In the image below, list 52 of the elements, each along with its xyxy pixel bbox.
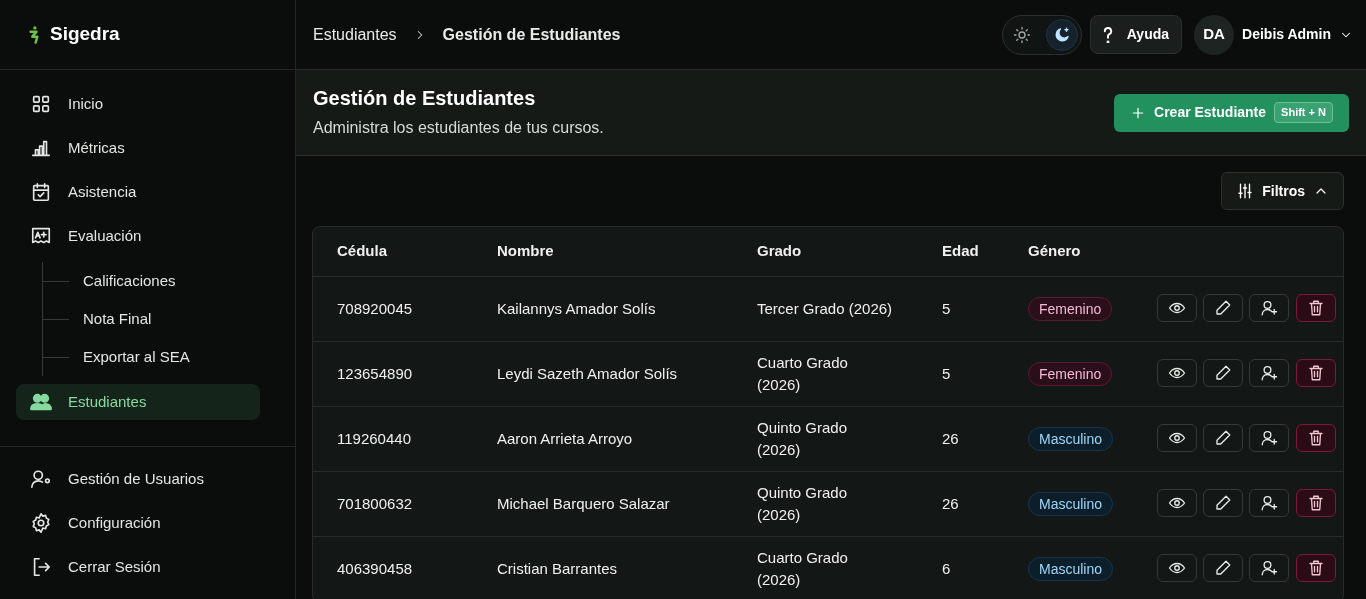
table-cell: 26 [918,471,1004,536]
table-cell: Michael Barquero Salazar [473,471,733,536]
table-cell: Leydi Sazeth Amador Solís [473,341,733,406]
nav-item[interactable]: Gestión de Usuarios [16,461,279,497]
nav-item[interactable]: Asistencia [16,174,260,210]
table-cell: Aaron Arrieta Arroyo [473,406,733,471]
gender-tag: Masculino [1028,491,1114,516]
gender-tag: Masculino [1028,426,1114,451]
table-cell: 119260440 [313,406,473,471]
nav-subitem[interactable]: Exportar al SEA [43,338,260,376]
user-menu[interactable]: Deibis Admin [1242,24,1353,45]
gender-tag: Femenino [1028,361,1113,386]
nav-item[interactable]: Estudiantes [16,384,260,420]
nav-subitem[interactable]: Nota Final [43,300,260,338]
table-cell: 123654890 [313,341,473,406]
nav-item[interactable]: Configuración [16,505,279,541]
column-header: Nombre [473,227,733,276]
table-cell: Cristian Barrantes [473,536,733,599]
column-header: Edad [918,227,1004,276]
filters-button[interactable]: Filtros [1221,172,1344,210]
table-cell: Quinto Grado (2026) [733,406,918,471]
gender-tag: Femenino [1028,296,1113,321]
help-button[interactable]: Ayuda [1089,15,1183,54]
table-cell: 26 [918,406,1004,471]
page-subtitle: Administra los estudiantes de tus cursos. [313,117,604,138]
user-avatar: DA [1194,14,1235,55]
breadcrumb-current: Gestión de Estudiantes [442,24,621,45]
page-title: Gestión de Estudiantes [313,85,537,110]
brand-name: Sigedra [50,22,120,47]
gender-tag: Masculino [1028,556,1114,581]
create-student-button[interactable]: Crear Estudiante Shift + N [1114,93,1349,132]
table-cell: 5 [918,276,1004,341]
table-cell: Kailannys Amador Solís [473,276,733,341]
nav-subitem[interactable]: Calificaciones [43,262,260,300]
keyboard-shortcut: Shift + N [1274,102,1333,123]
column-header: Género [1004,227,1141,276]
table-cell: 6 [918,536,1004,599]
nav-item[interactable]: Evaluación [16,218,260,254]
table-cell: Tercer Grado (2026) [733,276,918,341]
table-cell: Cuarto Grado (2026) [733,341,918,406]
table-cell: 701800632 [313,471,473,536]
table-cell: Quinto Grado (2026) [733,471,918,536]
table-cell: 5 [918,341,1004,406]
table-cell: 406390458 [313,536,473,599]
breadcrumb-link[interactable]: Estudiantes [313,22,397,47]
nav-item[interactable]: Inicio [16,86,260,122]
nav-item[interactable]: Cerrar Sesión [16,549,279,585]
column-header: Grado [733,227,918,276]
nav-item[interactable]: Métricas [16,130,260,166]
table-cell: 708920045 [313,276,473,341]
column-header: Cédula [313,227,473,276]
table-cell: Cuarto Grado (2026) [733,536,918,599]
